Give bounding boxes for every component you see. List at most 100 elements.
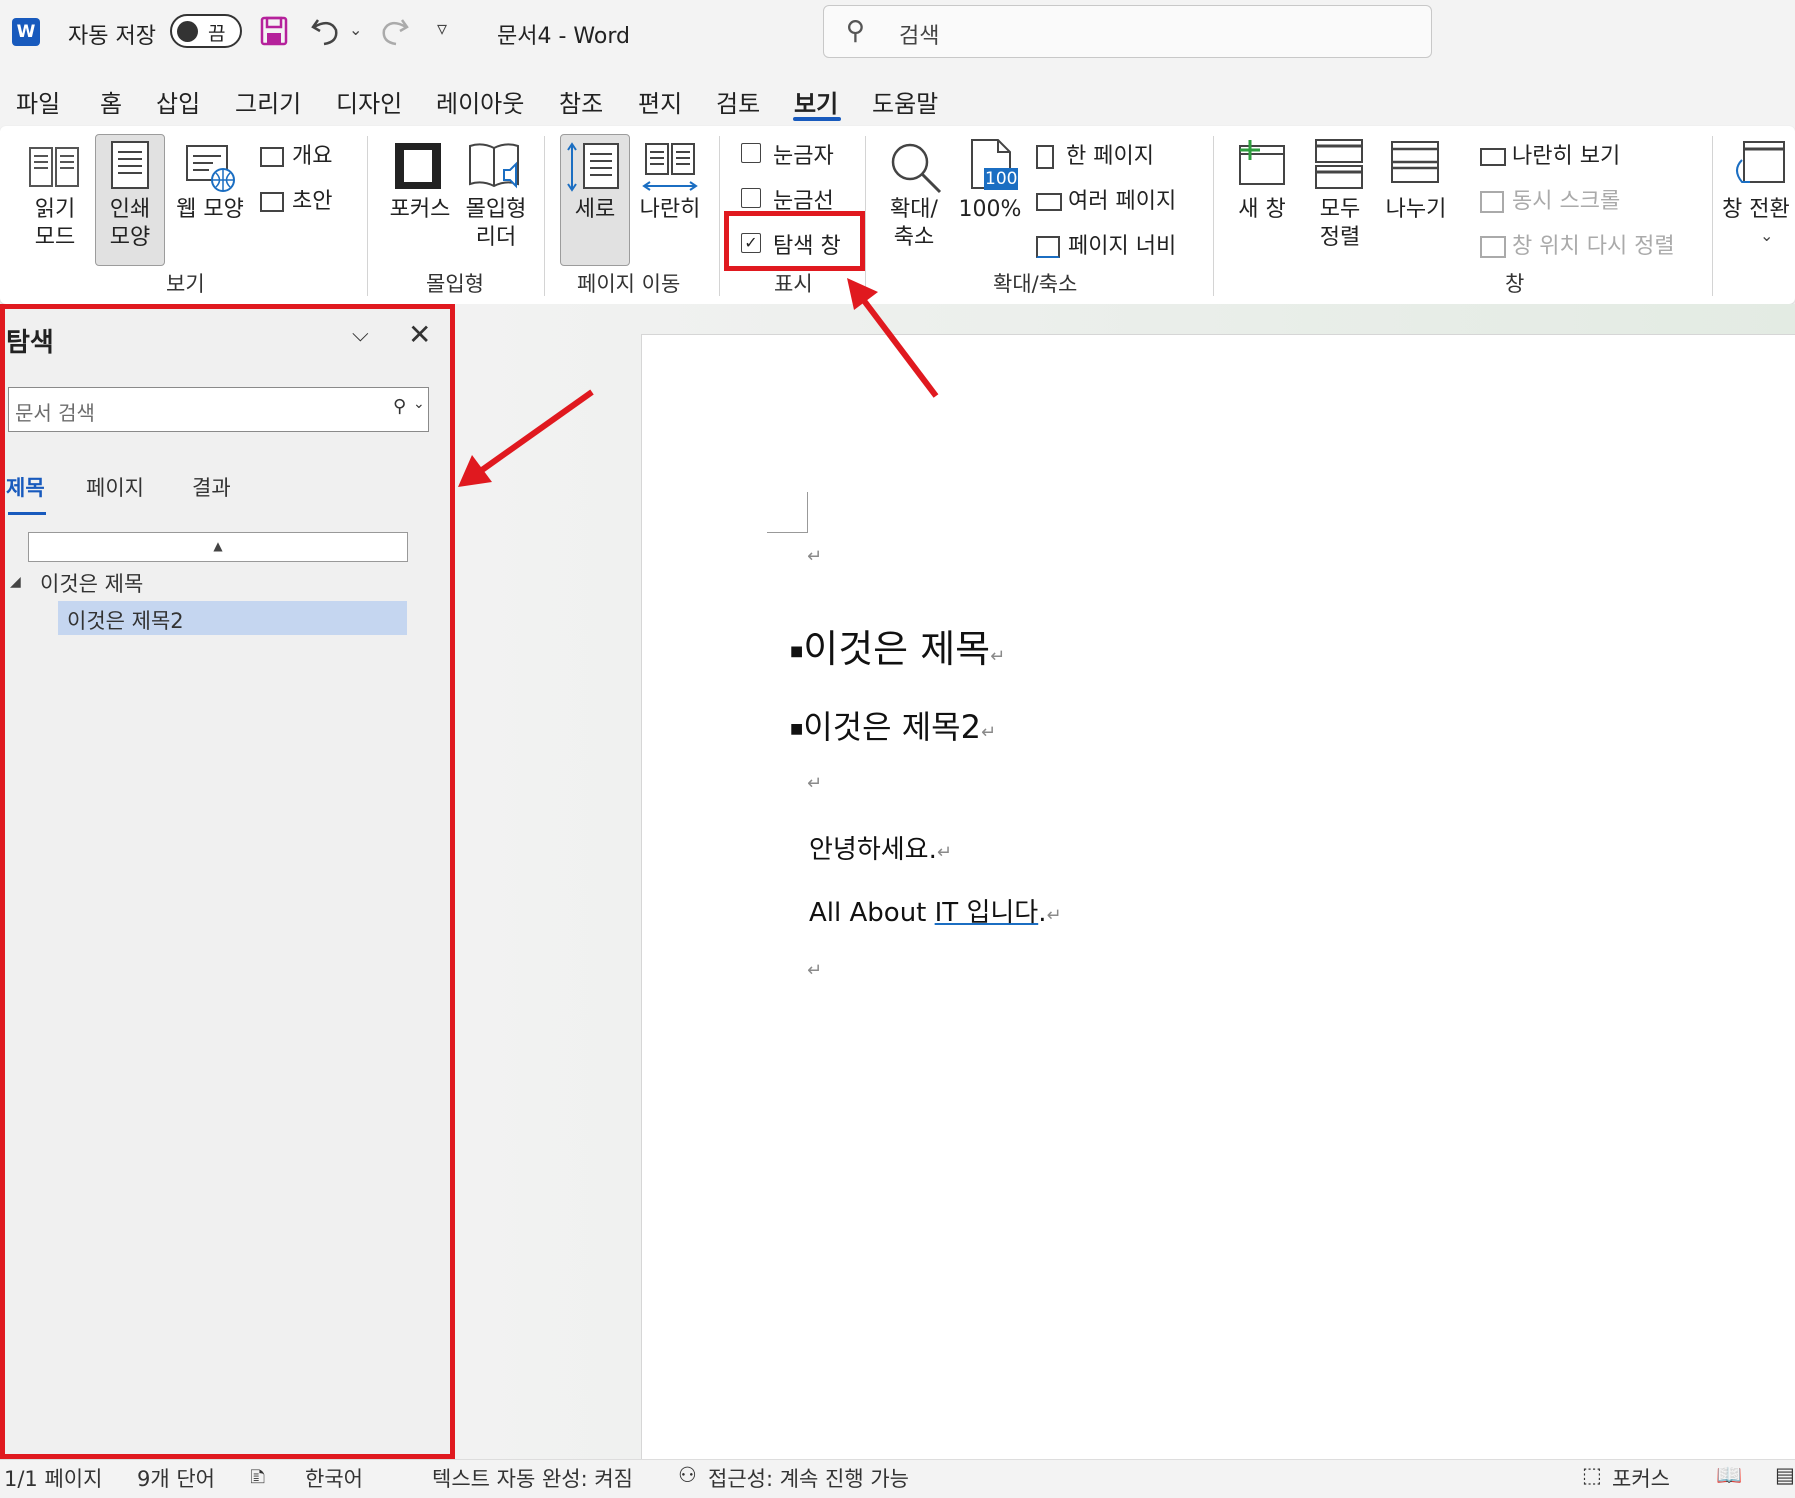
- paragraph-mark: ↵: [807, 546, 823, 567]
- title-bar: W 자동 저장 끔 ⌄ ▿ 문서4 - Word ⚲ 검색: [0, 0, 1795, 66]
- title-search-placeholder: 검색: [899, 24, 940, 49]
- status-language[interactable]: 한국어: [305, 1463, 363, 1493]
- word-app-icon: W: [12, 18, 40, 46]
- annotation-highlight-nav-checkbox: [724, 211, 865, 271]
- heading-1-line[interactable]: ■이것은 제목↵: [790, 618, 1005, 673]
- body-line-1-text: 안녕하세요.: [809, 835, 937, 865]
- hundred-percent-button[interactable]: 100%: [954, 196, 1026, 224]
- accessibility-icon[interactable]: ⚇: [678, 1463, 697, 1487]
- body-line-1[interactable]: 안녕하세요.↵: [809, 829, 952, 866]
- tab-layout[interactable]: 레이아웃: [436, 84, 524, 119]
- focus-icon: [392, 140, 444, 196]
- tab-insert[interactable]: 삽입: [156, 84, 200, 119]
- group-label-page-move: 페이지 이동: [577, 272, 681, 296]
- view-side-by-side-button[interactable]: 나란히 보기: [1480, 138, 1620, 170]
- tab-design[interactable]: 디자인: [336, 84, 402, 119]
- paragraph-mark: ↵: [807, 773, 823, 794]
- ruler-label: 눈금자: [773, 144, 834, 169]
- new-window-button[interactable]: 새 창: [1222, 196, 1302, 224]
- focus-button[interactable]: 포커스: [380, 196, 460, 224]
- tab-draw[interactable]: 그리기: [235, 84, 301, 119]
- status-word-count[interactable]: 9개 단어: [137, 1463, 215, 1493]
- read-mode-button[interactable]: 읽기 모드: [18, 196, 92, 252]
- status-focus[interactable]: 포커스: [1612, 1463, 1670, 1493]
- bullet-icon: ■: [790, 721, 804, 737]
- undo-dropdown-icon[interactable]: ⌄: [349, 20, 362, 39]
- zoom-label-1: 확대/: [890, 197, 938, 222]
- group-label-zoom: 확대/축소: [993, 272, 1078, 296]
- ruler-checkbox[interactable]: [741, 143, 761, 163]
- one-page-button[interactable]: 한 페이지: [1036, 138, 1154, 170]
- heading-2-line[interactable]: ■이것은 제목2↵: [790, 702, 996, 748]
- save-icon[interactable]: [260, 16, 288, 46]
- customize-qat-icon[interactable]: ▿: [437, 16, 447, 40]
- undo-icon[interactable]: [310, 14, 342, 52]
- tab-help[interactable]: 도움말: [872, 84, 938, 119]
- ribbon-separator: [544, 136, 545, 296]
- search-icon: ⚲: [846, 16, 866, 46]
- outline-label: 개요: [292, 144, 333, 169]
- outline-button[interactable]: 개요: [260, 138, 332, 170]
- autosave-state: 끔: [208, 23, 226, 45]
- tab-view[interactable]: 보기: [794, 84, 838, 119]
- status-page-count[interactable]: 1/1 페이지: [4, 1463, 102, 1493]
- arrange-all-button[interactable]: 모두 정렬: [1300, 196, 1380, 252]
- tab-review[interactable]: 검토: [716, 84, 760, 119]
- side-to-side-button[interactable]: 나란히: [630, 196, 710, 224]
- hundred-percent-icon: 100: [966, 138, 1018, 194]
- title-search-box[interactable]: ⚲ 검색: [823, 5, 1432, 58]
- tab-references[interactable]: 참조: [559, 84, 603, 119]
- multiple-pages-button[interactable]: 여러 페이지: [1036, 183, 1176, 215]
- immersive-reader-label-1: 몰입형: [465, 197, 527, 222]
- status-autocomplete[interactable]: 텍스트 자동 완성: 켜짐: [432, 1463, 633, 1493]
- web-layout-icon: [183, 144, 239, 198]
- sync-scroll-label: 동시 스크롤: [1512, 189, 1621, 214]
- draft-button[interactable]: 초안: [260, 183, 332, 215]
- autosave-toggle[interactable]: 끔: [170, 14, 242, 48]
- proofing-icon[interactable]: 🗈: [250, 1463, 265, 1498]
- web-layout-button[interactable]: 웹 모양: [170, 196, 250, 224]
- body-line-2[interactable]: All About IT 입니다.↵: [809, 892, 1062, 929]
- ribbon-separator: [719, 136, 720, 296]
- arrange-all-icon: [1312, 138, 1366, 194]
- sync-scroll-button[interactable]: 동시 스크롤: [1480, 183, 1620, 215]
- autosave-label: 자동 저장: [68, 24, 156, 49]
- hundred-icon-text: 100: [985, 169, 1018, 189]
- draft-icon: [260, 192, 284, 212]
- switch-windows-button[interactable]: 창 전환: [1722, 196, 1795, 224]
- zoom-button[interactable]: 확대/ 축소: [874, 196, 954, 252]
- document-title: 문서4 - Word: [497, 24, 630, 49]
- ribbon-tabs: 파일 홈 삽입 그리기 디자인 레이아웃 참조 편지 검토 보기 도움말: [0, 74, 1795, 122]
- group-label-view: 보기: [166, 272, 205, 296]
- paragraph-mark: ↵: [980, 722, 997, 743]
- tab-home[interactable]: 홈: [100, 84, 122, 119]
- paragraph-mark: ↵: [1046, 905, 1062, 926]
- tab-file[interactable]: 파일: [16, 84, 60, 119]
- vertical-label: 세로: [574, 197, 616, 222]
- page-width-icon: [1036, 236, 1060, 258]
- print-layout-status-icon[interactable]: ▤: [1775, 1463, 1795, 1487]
- switch-windows-dropdown-icon[interactable]: ⌄: [1760, 226, 1773, 245]
- new-window-icon: [1234, 138, 1290, 192]
- read-mode-status-icon[interactable]: 📖: [1716, 1463, 1742, 1488]
- gridlines-checkbox[interactable]: [741, 188, 761, 208]
- focus-mode-icon[interactable]: ⬚: [1582, 1463, 1602, 1487]
- immersive-reader-button[interactable]: 몰입형 리더: [456, 196, 536, 252]
- paragraph-mark: ↵: [807, 960, 823, 981]
- side-by-side-label: 나란히 보기: [1512, 144, 1621, 169]
- print-layout-label: 인쇄 모양: [95, 196, 165, 252]
- print-layout-label-1: 인쇄: [109, 197, 151, 222]
- bullet-icon: ■: [790, 643, 804, 660]
- tab-mailings[interactable]: 편지: [638, 84, 682, 119]
- ribbon-separator: [865, 136, 866, 296]
- redo-icon[interactable]: [378, 14, 410, 52]
- status-accessibility[interactable]: 접근성: 계속 진행 가능: [708, 1463, 909, 1493]
- reset-window-position-button[interactable]: 창 위치 다시 정렬: [1480, 228, 1675, 260]
- split-button[interactable]: 나누기: [1376, 196, 1456, 224]
- page-width-button[interactable]: 페이지 너비: [1036, 228, 1176, 260]
- ribbon-separator: [1712, 136, 1713, 296]
- multiple-pages-icon: [1036, 193, 1062, 211]
- group-label-window: 창: [1505, 272, 1525, 296]
- ribbon: 읽기 모드 인쇄 모양 웹 모양 개요 초안 보기 포커스 몰입형 리더 몰입형…: [0, 126, 1795, 304]
- page-margin-corner: [767, 492, 808, 533]
